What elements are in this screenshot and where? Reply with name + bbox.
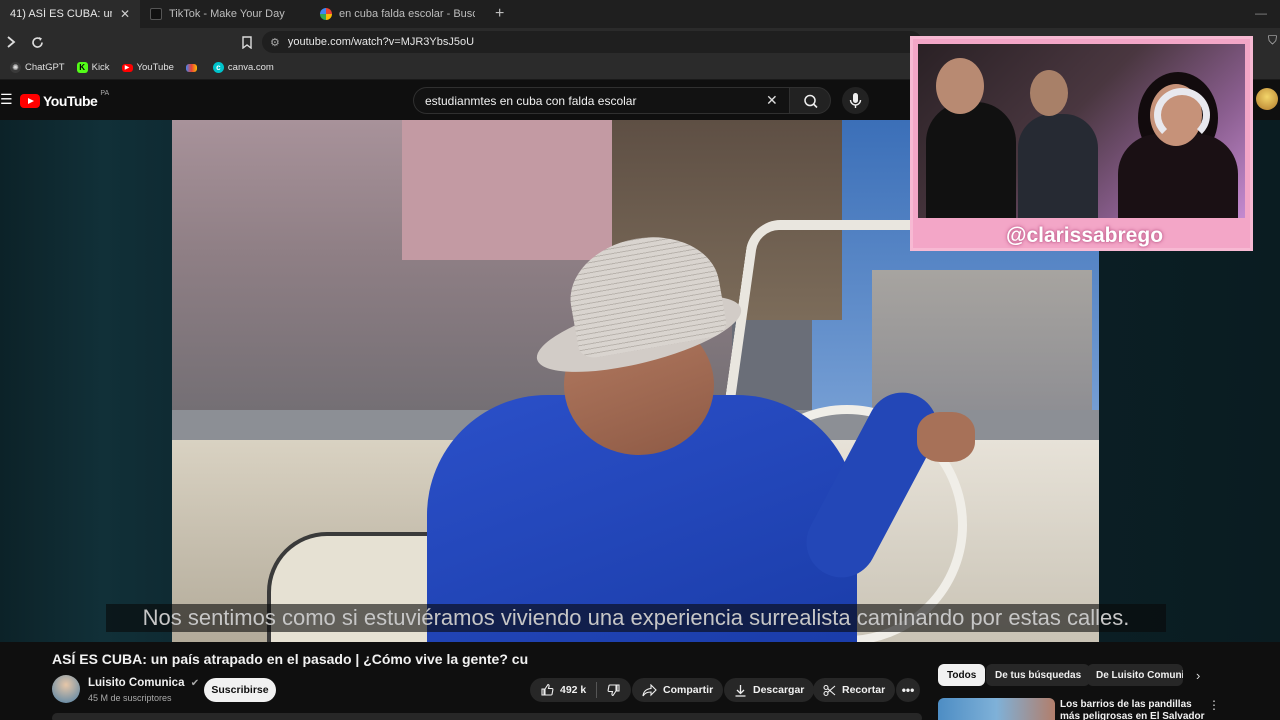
- voice-search-button[interactable]: [842, 87, 869, 114]
- tab-label: en cuba falda escolar - Buscar con Go: [339, 8, 475, 20]
- bookmark-label: canva.com: [227, 62, 274, 73]
- chip-from-channel[interactable]: De Luisito Comunica: [1087, 664, 1183, 686]
- google-icon: [320, 8, 332, 20]
- country-code: PA: [100, 89, 110, 97]
- more-vertical-icon[interactable]: ⋮: [1208, 698, 1220, 712]
- subscriber-count: 45 M de suscriptores: [88, 693, 172, 703]
- tab-youtube[interactable]: 41) ASÍ ES CUBA: un país atrapa ✕: [0, 0, 140, 28]
- driver-hand: [917, 412, 975, 462]
- divider: [596, 682, 598, 698]
- bookmark-youtube[interactable]: ▶ YouTube: [121, 62, 174, 73]
- bookmark-label: YouTube: [136, 62, 174, 73]
- verified-icon: ✔: [190, 678, 200, 689]
- reload-button[interactable]: [26, 31, 48, 53]
- video-building: [402, 120, 612, 260]
- like-dislike-group: 492 k: [530, 678, 632, 702]
- download-label: Descargar: [753, 684, 805, 696]
- more-actions-button[interactable]: •••: [896, 678, 920, 702]
- channel-name-text: Luisito Comunica: [88, 677, 185, 689]
- bookmark-button[interactable]: [236, 31, 258, 53]
- tiktok-icon: [150, 8, 162, 20]
- clip-label: Recortar: [842, 684, 886, 696]
- recommended-thumbnail[interactable]: [938, 698, 1055, 720]
- youtube-icon: ▶: [121, 63, 133, 72]
- canva-icon: c: [212, 62, 224, 73]
- url-text: youtube.com/watch?v=MJR3YbsJ5oU: [287, 36, 475, 48]
- clear-search-icon[interactable]: ✕: [766, 92, 778, 109]
- bookmark-chatgpt[interactable]: ✺ ChatGPT: [10, 62, 65, 73]
- bookmark-label: ChatGPT: [25, 62, 65, 73]
- search-button[interactable]: [789, 87, 831, 114]
- share-icon: [642, 683, 657, 696]
- download-icon: [735, 684, 746, 697]
- more-horizontal-icon: •••: [901, 683, 915, 697]
- bookmark-icon: [242, 35, 252, 49]
- chip-from-searches[interactable]: De tus búsquedas: [986, 664, 1091, 686]
- recommended-title[interactable]: Los barrios de las pandillas más peligro…: [1060, 699, 1205, 720]
- search-query: estudianmtes en cuba con falda escolar: [425, 93, 637, 108]
- minimize-icon[interactable]: —: [1255, 6, 1267, 20]
- youtube-play-icon: [20, 94, 40, 108]
- clip-button[interactable]: Recortar: [813, 678, 896, 702]
- search-input[interactable]: estudianmtes en cuba con falda escolar: [413, 87, 789, 114]
- channel-avatar[interactable]: [52, 675, 80, 703]
- logo-text: YouTube: [43, 93, 98, 109]
- tab-tiktok[interactable]: TikTok - Make Your Day: [140, 0, 310, 28]
- share-label: Compartir: [663, 684, 714, 696]
- facecam-feed: [918, 44, 1245, 218]
- youtube-logo[interactable]: YouTube PA: [20, 89, 110, 109]
- like-count[interactable]: 492 k: [560, 684, 586, 696]
- channel-name[interactable]: Luisito Comunica ✔: [88, 677, 199, 689]
- subscribe-button[interactable]: Suscribirse: [204, 678, 276, 702]
- streamer-head: [936, 58, 984, 114]
- bookmark-label: Kick: [91, 62, 110, 73]
- chevron-right-icon[interactable]: ›: [1196, 668, 1200, 683]
- like-icon: [541, 683, 554, 696]
- bookmark-gmail[interactable]: [185, 63, 201, 72]
- streamer-body: [1018, 114, 1098, 218]
- address-bar[interactable]: ⚙ youtube.com/watch?v=MJR3YbsJ5oU: [262, 31, 922, 53]
- facecam-handle: @clarissabrego: [1005, 224, 1164, 247]
- headphones-icon: [1154, 88, 1210, 142]
- new-tab-button[interactable]: +: [485, 0, 514, 28]
- description-box[interactable]: [52, 713, 922, 720]
- streamer-head: [1030, 70, 1068, 116]
- dislike-icon: [607, 684, 620, 697]
- reload-icon: [31, 36, 43, 48]
- streamer-body: [1118, 134, 1238, 218]
- shield-icon[interactable]: ⛉: [1268, 33, 1277, 48]
- streamer-body: [926, 102, 1016, 218]
- gmail-icon: [185, 63, 197, 72]
- menu-icon[interactable]: ☰: [0, 91, 13, 108]
- share-button[interactable]: Compartir: [632, 678, 724, 702]
- microphone-icon: [849, 93, 862, 108]
- video-title: ASÍ ES CUBA: un país atrapado en el pasa…: [52, 651, 529, 667]
- close-tab-icon[interactable]: ✕: [120, 7, 130, 21]
- download-button[interactable]: Descargar: [724, 678, 815, 702]
- video-details: ASÍ ES CUBA: un país atrapado en el pasa…: [0, 642, 1280, 720]
- account-avatar[interactable]: [1256, 88, 1278, 110]
- bookmark-kick[interactable]: K Kick: [76, 62, 110, 73]
- chip-all[interactable]: Todos: [938, 664, 986, 686]
- bookmark-canva[interactable]: c canva.com: [212, 62, 274, 73]
- site-info-icon[interactable]: ⚙: [270, 36, 280, 49]
- scissors-icon: [823, 684, 836, 696]
- screen: 41) ASÍ ES CUBA: un país atrapa ✕ TikTok…: [0, 0, 1280, 720]
- facecam-overlay: @clarissabrego: [910, 36, 1253, 251]
- tab-label: 41) ASÍ ES CUBA: un país atrapa: [10, 8, 112, 20]
- chevron-right-icon: [7, 36, 16, 48]
- tab-label: TikTok - Make Your Day: [169, 8, 285, 20]
- chatgpt-icon: ✺: [10, 62, 21, 73]
- tab-google-search[interactable]: en cuba falda escolar - Buscar con Go: [310, 0, 485, 28]
- search-icon: [804, 94, 818, 109]
- browser-tab-bar: 41) ASÍ ES CUBA: un país atrapa ✕ TikTok…: [0, 0, 1280, 28]
- forward-button[interactable]: [0, 31, 22, 53]
- video-subtitle: Nos sentimos como si estuviéramos vivien…: [106, 604, 1166, 632]
- kick-icon: K: [76, 62, 88, 73]
